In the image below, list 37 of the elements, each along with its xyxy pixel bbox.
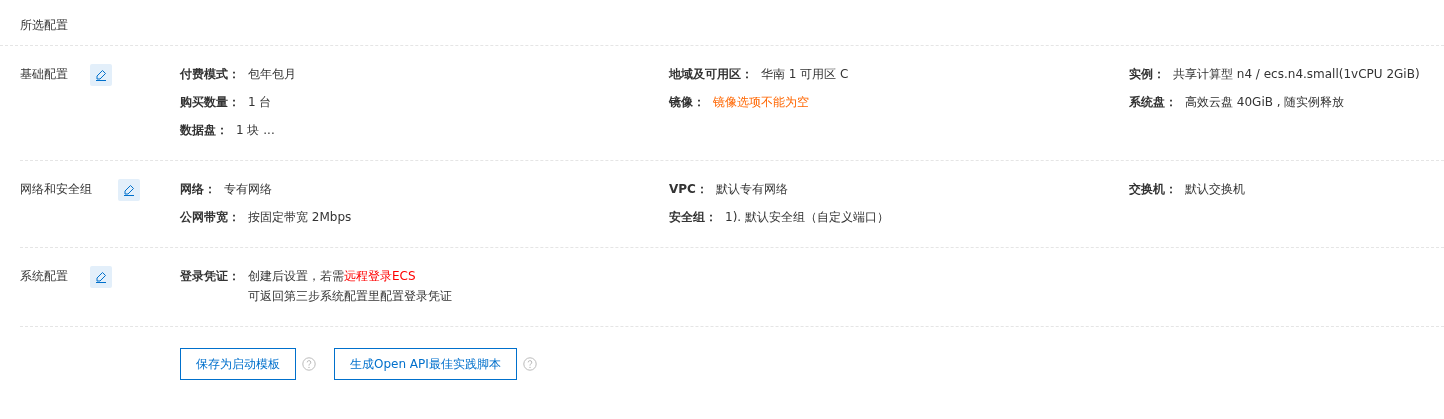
field-value: 共享计算型 n4 / ecs.n4.small(1vCPU 2GiB) bbox=[1173, 66, 1420, 83]
field-value: 专有网络 bbox=[224, 181, 272, 198]
field-label: 购买数量： bbox=[180, 94, 240, 111]
action-button[interactable]: 生成Open API最佳实践脚本 bbox=[334, 348, 517, 380]
field-note: 可返回第三步系统配置里配置登录凭证 bbox=[248, 288, 452, 305]
section-title: 系统配置 bbox=[20, 268, 69, 285]
field-value: 包年包月 bbox=[248, 66, 296, 83]
field-label: 公网带宽： bbox=[180, 209, 240, 226]
field-value: 默认专有网络 bbox=[715, 181, 788, 198]
edit-icon[interactable] bbox=[90, 64, 112, 86]
field-label: 交换机： bbox=[1129, 181, 1177, 198]
error-text: 镜像选项不能为空 bbox=[713, 94, 809, 111]
field-label: VPC： bbox=[669, 181, 708, 198]
panel-title: 所选配置 bbox=[20, 17, 68, 34]
remote-login-link[interactable]: 远程登录ECS bbox=[344, 269, 416, 283]
field-label: 数据盘： bbox=[180, 122, 228, 139]
field-label: 实例： bbox=[1129, 66, 1165, 83]
field-label: 镜像： bbox=[669, 94, 705, 111]
action-button[interactable]: 保存为启动模板 bbox=[180, 348, 296, 380]
edit-icon[interactable] bbox=[90, 266, 112, 288]
field-value: 华南 1 可用区 C bbox=[761, 66, 849, 83]
field-label: 地域及可用区： bbox=[669, 66, 753, 83]
field-label: 网络： bbox=[180, 181, 216, 198]
field-label: 登录凭证： bbox=[180, 268, 240, 285]
field-value: 默认交换机 bbox=[1185, 181, 1245, 198]
field-value: 高效云盘 40GiB , 随实例释放 bbox=[1185, 94, 1345, 111]
field-value: 1). 默认安全组（自定义端口） bbox=[725, 209, 889, 226]
edit-icon[interactable] bbox=[118, 179, 140, 201]
field-value: 按固定带宽 2Mbps bbox=[248, 209, 352, 226]
field-label: 安全组： bbox=[669, 209, 717, 226]
field-value: 1 台 bbox=[248, 94, 272, 111]
field-value: 1 块 ... bbox=[236, 122, 275, 139]
section-title: 基础配置 bbox=[20, 66, 69, 83]
field-label: 付费模式： bbox=[180, 66, 240, 83]
field-label: 系统盘： bbox=[1129, 94, 1177, 111]
section-title: 网络和安全组 bbox=[20, 181, 93, 198]
field-value: 创建后设置，若需 bbox=[248, 269, 344, 283]
